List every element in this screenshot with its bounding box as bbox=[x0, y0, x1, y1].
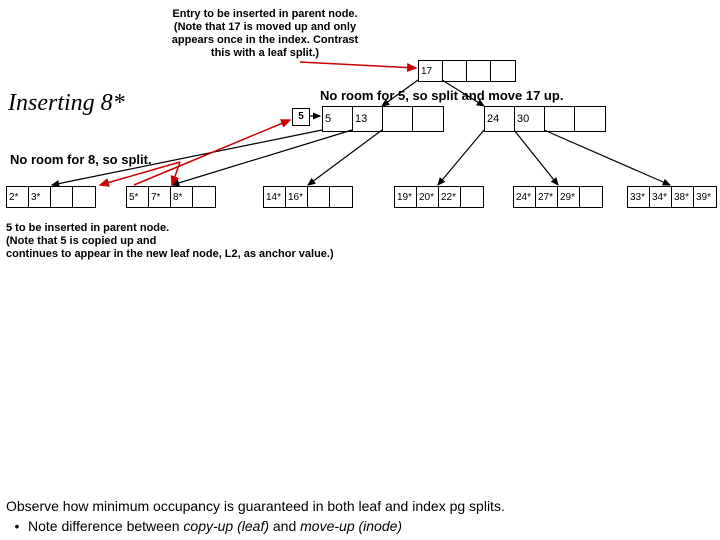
cell bbox=[580, 187, 602, 207]
cell bbox=[330, 187, 352, 207]
cell: 7* bbox=[149, 187, 171, 207]
cell bbox=[308, 187, 330, 207]
cell: 5* bbox=[127, 187, 149, 207]
cell bbox=[73, 187, 95, 207]
annotation-moveup: Entry to be inserted in parent node. (No… bbox=[160, 8, 370, 60]
cell: 14* bbox=[264, 187, 286, 207]
cell: 16* bbox=[286, 187, 308, 207]
node-leaf-5: 24* 27* 29* bbox=[513, 186, 603, 208]
node-leaf-6: 33* 34* 38* 39* bbox=[627, 186, 717, 208]
msg-noroom-5: No room for 5, so split and move 17 up. bbox=[320, 88, 563, 103]
cell bbox=[383, 107, 413, 131]
cell: 20* bbox=[417, 187, 439, 207]
bullet-icon: • bbox=[6, 518, 28, 534]
cell: 24* bbox=[514, 187, 536, 207]
cell: 38* bbox=[672, 187, 694, 207]
node-idx-left: 5 13 bbox=[322, 106, 444, 132]
annot-b1: 5 to be inserted in parent node. bbox=[6, 222, 334, 235]
cell: 39* bbox=[694, 187, 716, 207]
cell: 17 bbox=[419, 61, 443, 81]
cell: 22* bbox=[439, 187, 461, 207]
cell bbox=[193, 187, 215, 207]
cell: 8* bbox=[171, 187, 193, 207]
annot-l3: appears once in the index. Contrast bbox=[160, 34, 370, 47]
node-leaf-3: 14* 16* bbox=[263, 186, 353, 208]
node-leaf-4: 19* 20* 22* bbox=[394, 186, 484, 208]
cell: 34* bbox=[650, 187, 672, 207]
term-copyup: copy-up (leaf) bbox=[183, 518, 269, 534]
observation-2: •Note difference between copy-up (leaf) … bbox=[6, 518, 402, 534]
cell: 27* bbox=[536, 187, 558, 207]
cell bbox=[461, 187, 483, 207]
msg-noroom-8: No room for 8, so split. bbox=[10, 152, 152, 167]
cell: 5 bbox=[323, 107, 353, 131]
cell: 2* bbox=[7, 187, 29, 207]
cell: 3* bbox=[29, 187, 51, 207]
cell bbox=[545, 107, 575, 131]
cell: 30 bbox=[515, 107, 545, 131]
cell: 19* bbox=[395, 187, 417, 207]
arrows-layer bbox=[0, 0, 720, 540]
annot-l4: this with a leaf split.) bbox=[160, 47, 370, 60]
cell: 29* bbox=[558, 187, 580, 207]
annot-b2: (Note that 5 is copied up and bbox=[6, 235, 334, 248]
annot-b3: continues to appear in the new leaf node… bbox=[6, 248, 334, 261]
node-leaf-2: 5* 7* 8* bbox=[126, 186, 216, 208]
cell: 13 bbox=[353, 107, 383, 131]
node-idx-right: 24 30 bbox=[484, 106, 606, 132]
observation-1: Observe how minimum occupancy is guarant… bbox=[6, 498, 505, 514]
cell: 24 bbox=[485, 107, 515, 131]
cell bbox=[491, 61, 515, 81]
node-five: 5 bbox=[292, 108, 310, 126]
annot-l2: (Note that 17 is moved up and only bbox=[160, 21, 370, 34]
cell bbox=[575, 107, 605, 131]
annot-l1: Entry to be inserted in parent node. bbox=[160, 8, 370, 21]
node-leaf-1: 2* 3* bbox=[6, 186, 96, 208]
cell: 33* bbox=[628, 187, 650, 207]
page-title: Inserting 8* bbox=[8, 90, 125, 117]
cell bbox=[51, 187, 73, 207]
cell bbox=[467, 61, 491, 81]
term-moveup: move-up (inode) bbox=[300, 518, 402, 534]
cell bbox=[413, 107, 443, 131]
cell bbox=[443, 61, 467, 81]
node-newroot: 17 bbox=[418, 60, 516, 82]
annotation-copyup: 5 to be inserted in parent node. (Note t… bbox=[6, 222, 334, 261]
